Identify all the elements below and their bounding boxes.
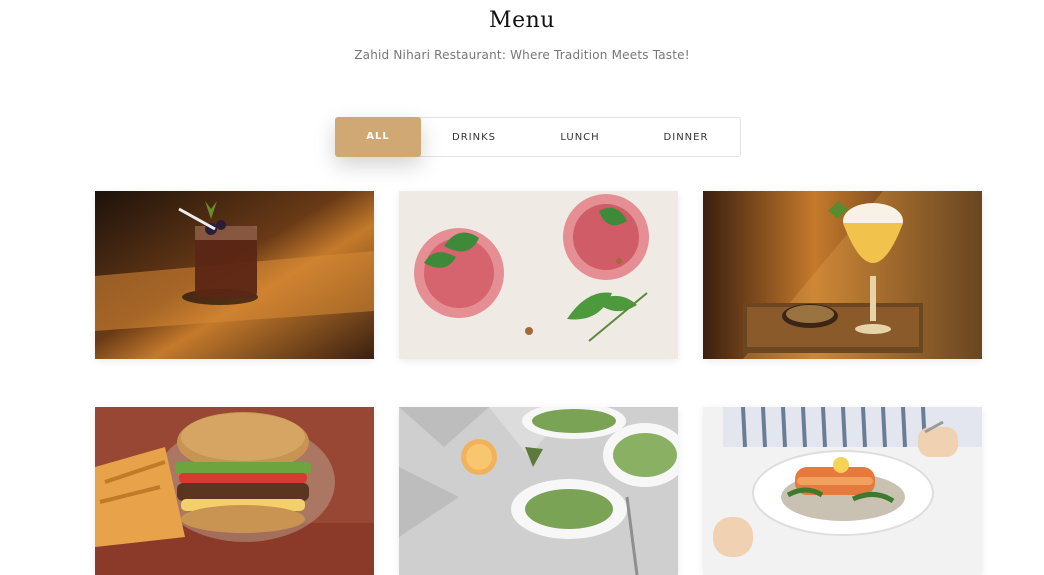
salmon-plate-image [703, 407, 982, 575]
menu-item-card[interactable] [703, 191, 982, 359]
pink-drinks-with-mint-image [399, 191, 678, 359]
beer-glass-with-snack-tray-image [703, 191, 982, 359]
cocktail-on-wooden-table-image [95, 191, 374, 359]
menu-item-card[interactable] [95, 191, 374, 359]
salad-plates-image [399, 407, 678, 575]
tab-lunch[interactable]: LUNCH [527, 117, 633, 157]
page-title: Menu [489, 8, 555, 33]
burger-with-fries-image [95, 407, 374, 575]
menu-filter-tabs: ALL DRINKS LUNCH DINNER [335, 116, 741, 157]
menu-item-card[interactable] [399, 407, 678, 575]
tab-all[interactable]: ALL [335, 116, 421, 157]
menu-item-card[interactable] [95, 407, 374, 575]
tab-dinner[interactable]: DINNER [633, 117, 739, 157]
menu-item-card[interactable] [399, 191, 678, 359]
tab-drinks[interactable]: DRINKS [421, 117, 527, 157]
page-subtitle: Zahid Nihari Restaurant: Where Tradition… [354, 48, 690, 62]
menu-item-card[interactable] [703, 407, 982, 575]
